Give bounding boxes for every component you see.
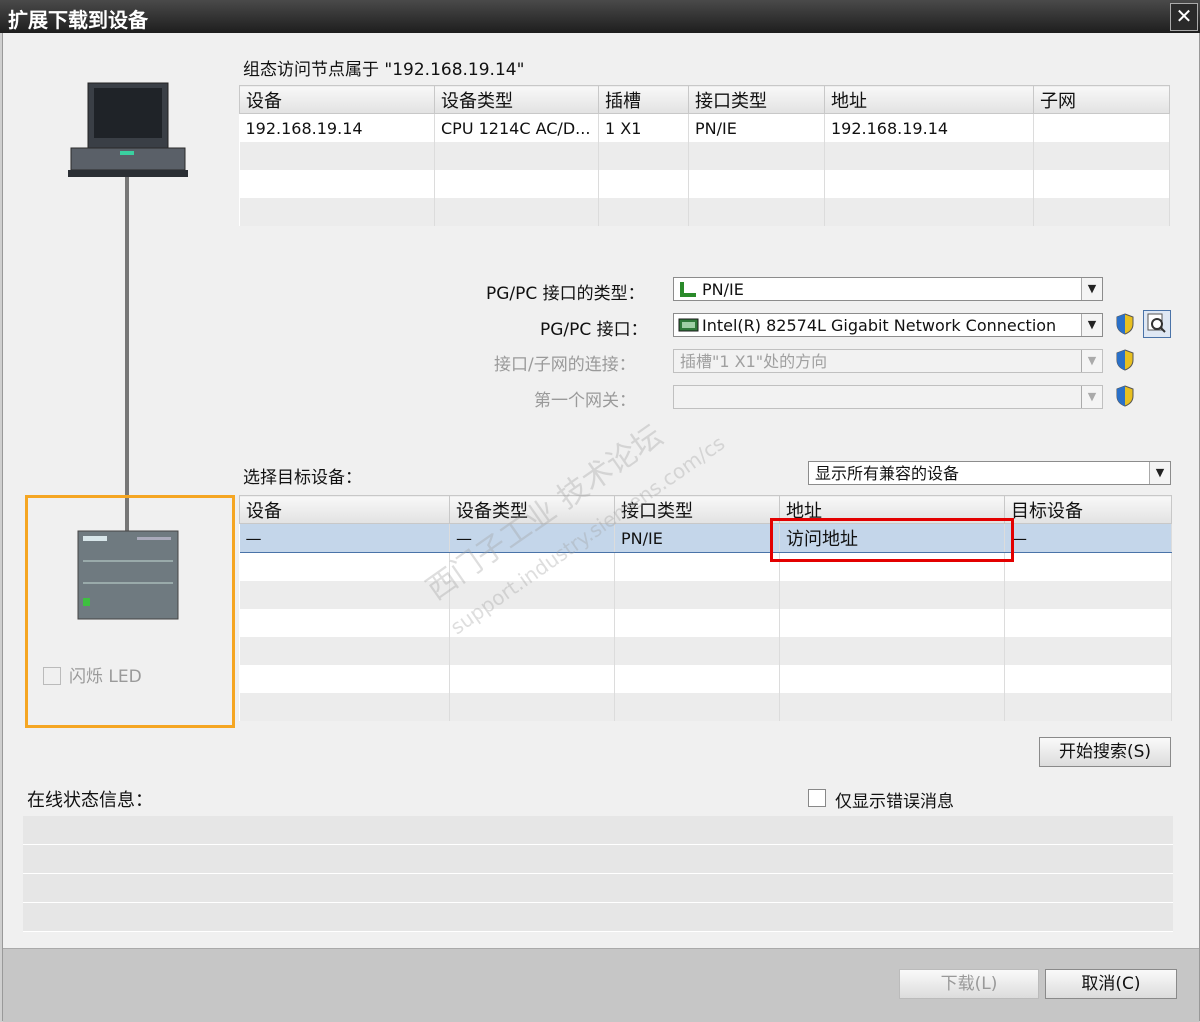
compatible-filter-select[interactable]: 显示所有兼容的设备 ▼	[808, 461, 1171, 485]
properties-button[interactable]	[1143, 310, 1171, 338]
cell-interface-type: PN/IE	[688, 113, 825, 142]
start-search-button[interactable]: 开始搜索(S)	[1039, 737, 1171, 767]
list-item	[23, 816, 1173, 845]
table-row	[239, 552, 1172, 581]
cell-target-device: —	[1004, 523, 1172, 553]
col-device-type[interactable]: 设备类型	[449, 495, 615, 524]
cell-slot: 1 X1	[598, 113, 689, 142]
cell-device-type: CPU 1214C AC/D...	[434, 113, 599, 142]
table-row	[239, 693, 1172, 721]
errors-only-label: 仅显示错误消息	[835, 792, 954, 812]
col-device[interactable]: 设备	[239, 495, 450, 524]
col-device-type[interactable]: 设备类型	[434, 85, 599, 114]
pgpc-interface-select[interactable]: Intel(R) 82574L Gigabit Network Connecti…	[673, 313, 1103, 337]
shield-icon[interactable]	[1115, 313, 1135, 335]
download-button[interactable]: 下载(L)	[899, 969, 1039, 999]
config-caption: 组态访问节点属于 "192.168.19.14"	[243, 60, 525, 80]
chevron-down-icon[interactable]: ▼	[1149, 462, 1170, 484]
col-subnet[interactable]: 子网	[1033, 85, 1170, 114]
pgpc-type-value: PN/IE	[702, 280, 744, 299]
first-gateway-select[interactable]: ▼	[673, 385, 1103, 409]
online-status-label: 在线状态信息：	[27, 790, 153, 811]
subnet-connection-label: 接口/子网的连接：	[494, 355, 636, 375]
plc-device-icon	[77, 530, 179, 620]
cell-interface-type: PN/IE	[614, 523, 780, 553]
online-status-list	[23, 816, 1173, 932]
highlight-box	[770, 518, 1014, 562]
col-device[interactable]: 设备	[239, 85, 435, 114]
col-interface-type[interactable]: 接口类型	[614, 495, 780, 524]
flash-led-checkbox[interactable]	[43, 667, 61, 685]
cancel-button[interactable]: 取消(C)	[1045, 969, 1177, 999]
pgpc-type-select[interactable]: PN/IE ▼	[673, 277, 1103, 301]
close-button[interactable]: ✕	[1170, 3, 1198, 31]
subnet-connection-value: 插槽"1 X1"处的方向	[680, 352, 828, 371]
pgpc-interface-value: Intel(R) 82574L Gigabit Network Connecti…	[702, 316, 1057, 335]
pgpc-type-label: PG/PC 接口的类型：	[486, 284, 645, 304]
cell-device-type: —	[449, 523, 615, 553]
cell-device: 192.168.19.14	[239, 113, 435, 142]
compatible-filter-value: 显示所有兼容的设备	[815, 464, 960, 483]
window-title: 扩展下载到设备	[8, 8, 148, 32]
subnet-connection-select[interactable]: 插槽"1 X1"处的方向 ▼	[673, 349, 1103, 373]
cell-device: —	[239, 523, 450, 553]
first-gateway-label: 第一个网关：	[534, 391, 636, 411]
errors-only-checkbox[interactable]	[808, 789, 826, 807]
flash-led-label: 闪烁 LED	[69, 667, 142, 687]
dialog-footer: 下载(L) 取消(C)	[3, 948, 1199, 1022]
col-slot[interactable]: 插槽	[598, 85, 689, 114]
col-interface-type[interactable]: 接口类型	[688, 85, 825, 114]
network-card-icon	[678, 318, 699, 332]
magnifier-icon	[1147, 313, 1166, 333]
chevron-down-icon[interactable]: ▼	[1081, 314, 1102, 336]
cell-subnet	[1033, 113, 1170, 142]
table-row	[239, 637, 1172, 665]
target-device-table: 设备 设备类型 接口类型 地址 目标设备 — — PN/IE 访问地址 —	[239, 495, 1172, 721]
table-row	[239, 609, 1172, 637]
shield-icon[interactable]	[1115, 349, 1135, 371]
cell-address: 192.168.19.14	[824, 113, 1034, 142]
chevron-down-icon[interactable]: ▼	[1081, 386, 1102, 408]
dialog-body: 闪烁 LED 组态访问节点属于 "192.168.19.14" 设备 设备类型 …	[2, 33, 1200, 1022]
title-bar: 扩展下载到设备 ✕	[0, 0, 1200, 33]
network-icon	[680, 282, 696, 297]
list-item	[23, 903, 1173, 932]
table-row	[239, 581, 1172, 609]
target-device-label: 选择目标设备：	[243, 468, 362, 488]
list-item	[23, 845, 1173, 874]
chevron-down-icon[interactable]: ▼	[1081, 278, 1102, 300]
table-row	[239, 170, 1170, 198]
table-row[interactable]: 192.168.19.14 CPU 1214C AC/D... 1 X1 PN/…	[239, 113, 1170, 142]
chevron-down-icon[interactable]: ▼	[1081, 350, 1102, 372]
pgpc-interface-label: PG/PC 接口：	[540, 320, 648, 340]
configured-node-table: 设备 设备类型 插槽 接口类型 地址 子网 192.168.19.14 CPU …	[239, 85, 1170, 226]
table-row[interactable]: — — PN/IE 访问地址 —	[239, 523, 1172, 553]
table-row	[239, 142, 1170, 170]
col-address[interactable]: 地址	[824, 85, 1034, 114]
table-row	[239, 665, 1172, 693]
table-row	[239, 198, 1170, 226]
col-target-device[interactable]: 目标设备	[1004, 495, 1172, 524]
list-item	[23, 874, 1173, 903]
shield-icon[interactable]	[1115, 385, 1135, 407]
